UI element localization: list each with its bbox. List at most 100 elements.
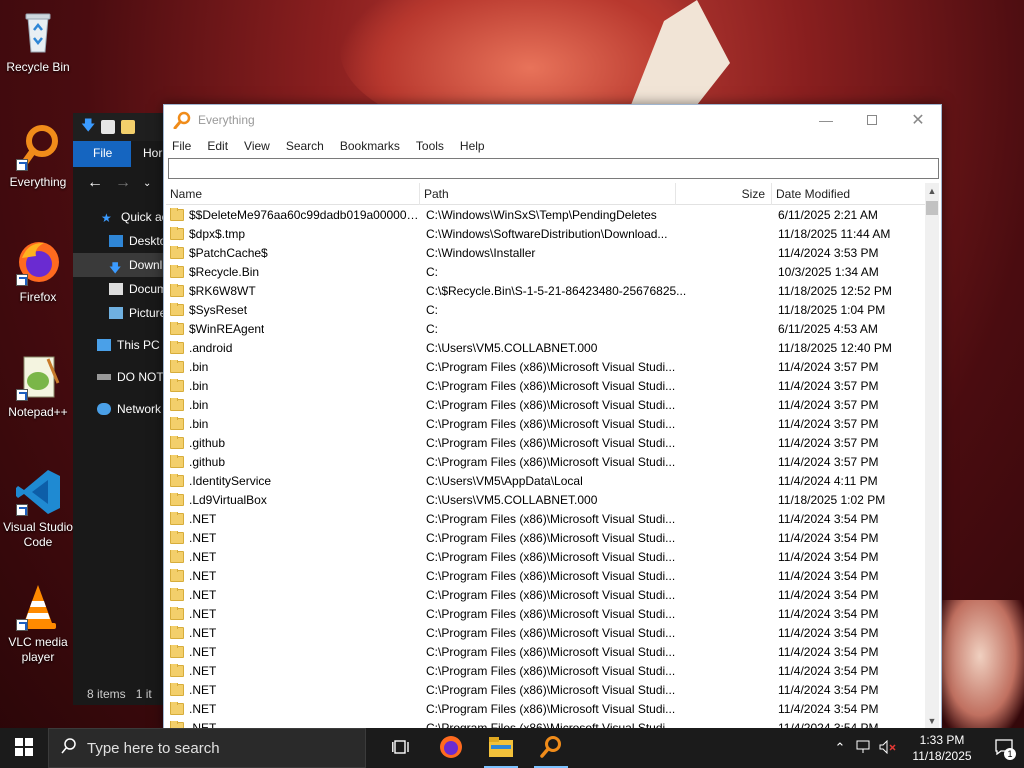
table-row[interactable]: .NET C:\Program Files (x86)\Microsoft Vis… — [166, 566, 926, 585]
menu-tools[interactable]: Tools — [416, 139, 444, 153]
table-row[interactable]: $dpx$.tmp C:\Windows\SoftwareDistribution… — [166, 224, 926, 243]
close-button[interactable]: ✕ — [895, 105, 941, 135]
menu-bookmarks[interactable]: Bookmarks — [340, 139, 400, 153]
table-row[interactable]: .NET C:\Program Files (x86)\Microsoft Vis… — [166, 604, 926, 623]
action-center-button[interactable]: 1 — [984, 728, 1024, 768]
volume-button[interactable] — [876, 728, 900, 768]
down-arrow-icon[interactable]: 🡇 — [81, 115, 95, 139]
table-row[interactable]: .NET C:\Program Files (x86)\Microsoft Vis… — [166, 642, 926, 661]
nav-item-this-pc[interactable]: This PC — [73, 333, 173, 357]
desktop-icon-notepadpp[interactable]: Notepad++ — [0, 353, 76, 420]
column-header-date-modified[interactable]: Date Modified — [772, 183, 926, 205]
folder-icon — [170, 283, 184, 297]
table-row[interactable]: .NET C:\Program Files (x86)\Microsoft Vis… — [166, 585, 926, 604]
cell-path: C:\Windows\Installer — [426, 245, 536, 260]
table-row[interactable]: .bin C:\Program Files (x86)\Microsoft Vis… — [166, 414, 926, 433]
explorer-tab-file[interactable]: File — [73, 141, 131, 167]
table-row[interactable]: .NET C:\Program Files (x86)\Microsoft Vis… — [166, 623, 926, 642]
taskbar-firefox-button[interactable] — [426, 728, 476, 768]
desktop-icon-vscode[interactable]: Visual Studio Code — [0, 468, 76, 550]
folder-icon[interactable] — [121, 120, 136, 134]
cell-date-modified: 11/4/2024 3:54 PM — [778, 644, 879, 659]
explorer-tab-home[interactable]: Hor — [131, 141, 162, 167]
desktop-icon — [109, 235, 123, 247]
desktop-icon-vlc[interactable]: VLC media player — [0, 583, 76, 665]
table-row[interactable]: $RK6W8WT C:\$Recycle.Bin\S-1-5-21-8642348… — [166, 281, 926, 300]
table-row[interactable]: $WinREAgent C: 6/11/2025 4:53 AM — [166, 319, 926, 338]
table-row[interactable]: .NET C:\Program Files (x86)\Microsoft Vis… — [166, 680, 926, 699]
maximize-button[interactable] — [849, 105, 895, 135]
cell-path: C:\Users\VM5.COLLABNET.000 — [426, 340, 598, 355]
menu-help[interactable]: Help — [460, 139, 485, 153]
desktop-icon-recycle-bin[interactable]: Recycle Bin — [0, 8, 76, 75]
chevron-down-icon[interactable]: ⌄ — [143, 178, 151, 189]
table-row[interactable]: $PatchCache$ C:\Windows\Installer 11/4/202… — [166, 243, 926, 262]
results-list[interactable]: Name Path Size Date Modified $$DeleteMe9… — [166, 183, 926, 729]
minimize-button[interactable]: — — [803, 105, 849, 135]
show-hidden-icons-button[interactable]: ⌃ — [828, 728, 852, 768]
search-input[interactable] — [168, 158, 939, 179]
nav-item-pictures[interactable]: Picture — [73, 301, 173, 325]
network-status-button[interactable] — [852, 728, 876, 768]
cell-path: C: — [426, 302, 438, 317]
task-view-icon — [392, 739, 410, 758]
nav-item-documents[interactable]: Docum — [73, 277, 173, 301]
nav-item-drive[interactable]: DO NOT — [73, 365, 173, 389]
menu-file[interactable]: File — [172, 139, 191, 153]
nav-item-downloads[interactable]: 🡇 Downl — [73, 253, 173, 277]
table-row[interactable]: .github C:\Program Files (x86)\Microsoft … — [166, 433, 926, 452]
cell-path: C: — [426, 321, 438, 336]
taskbar-file-explorer-button[interactable] — [476, 728, 526, 768]
title-bar[interactable]: Everything — ✕ — [164, 105, 941, 135]
column-header-path[interactable]: Path — [420, 183, 676, 205]
vertical-scrollbar[interactable]: ▲ ▼ — [925, 183, 939, 729]
table-row[interactable]: .NET C:\Program Files (x86)\Microsoft Vis… — [166, 528, 926, 547]
column-header-name[interactable]: Name — [166, 183, 420, 205]
firefox-icon — [14, 238, 62, 286]
table-row[interactable]: .NET C:\Program Files (x86)\Microsoft Vis… — [166, 509, 926, 528]
table-row[interactable]: .bin C:\Program Files (x86)\Microsoft Vis… — [166, 395, 926, 414]
maximize-icon — [867, 115, 877, 125]
taskbar-search-box[interactable]: Type here to search — [48, 728, 366, 768]
back-arrow-icon[interactable]: ← — [87, 174, 103, 192]
desktop-icon-firefox[interactable]: Firefox — [0, 238, 76, 305]
table-row[interactable]: .NET C:\Program Files (x86)\Microsoft Vis… — [166, 699, 926, 718]
cell-name: $RK6W8WT — [166, 283, 420, 298]
file-name: .NET — [189, 701, 217, 716]
menu-edit[interactable]: Edit — [207, 139, 228, 153]
start-button[interactable] — [0, 728, 48, 768]
explorer-navigation-pane: ★ Quick ac Deskto 🡇 Downl Docum Picture … — [73, 199, 173, 421]
forward-arrow-icon[interactable]: → — [115, 174, 131, 192]
properties-icon[interactable] — [101, 120, 116, 134]
explorer-quick-access-toolbar: 🡇 — [73, 113, 173, 141]
task-view-button[interactable] — [376, 728, 426, 768]
taskbar-everything-button[interactable] — [526, 728, 576, 768]
scrollbar-thumb[interactable] — [926, 201, 938, 215]
scroll-down-arrow-icon[interactable]: ▼ — [925, 713, 939, 729]
desktop-icon-label: Recycle Bin — [6, 60, 70, 74]
cell-path: C:\Program Files (x86)\Microsoft Visual … — [426, 397, 676, 412]
table-row[interactable]: .Ld9VirtualBox C:\Users\VM5.COLLABNET.000… — [166, 490, 926, 509]
nav-item-quick-access[interactable]: ★ Quick ac — [73, 205, 173, 229]
table-row[interactable]: $Recycle.Bin C: 10/3/2025 1:34 AM — [166, 262, 926, 281]
table-row[interactable]: .IdentityService C:\Users\VM5\AppData\Loc… — [166, 471, 926, 490]
nav-item-network[interactable]: Network — [73, 397, 173, 421]
clock-button[interactable]: 1:33 PM 11/18/2025 — [900, 732, 984, 764]
table-row[interactable]: .NET C:\Program Files (x86)\Microsoft Vis… — [166, 661, 926, 680]
nav-item-desktop[interactable]: Deskto — [73, 229, 173, 253]
menu-search[interactable]: Search — [286, 139, 324, 153]
table-row[interactable]: .android C:\Users\VM5.COLLABNET.000 11/18/… — [166, 338, 926, 357]
table-row[interactable]: .bin C:\Program Files (x86)\Microsoft Vis… — [166, 357, 926, 376]
table-row[interactable]: .bin C:\Program Files (x86)\Microsoft Vis… — [166, 376, 926, 395]
everything-window[interactable]: Everything — ✕ File Edit View Search Boo… — [163, 104, 942, 730]
table-row[interactable]: $SysReset C: 11/18/2025 1:04 PM — [166, 300, 926, 319]
file-explorer-window[interactable]: 🡇 File Hor ← → ⌄ ★ Quick ac Deskto 🡇 Dow… — [73, 113, 173, 705]
scroll-up-arrow-icon[interactable]: ▲ — [925, 183, 939, 199]
table-row[interactable]: $$DeleteMe976aa60c99dadb019a0000005c... C… — [166, 205, 926, 224]
column-header-size[interactable]: Size — [676, 183, 772, 205]
desktop-icon-everything[interactable]: Everything — [0, 123, 76, 190]
table-row[interactable]: .github C:\Program Files (x86)\Microsoft … — [166, 452, 926, 471]
menu-view[interactable]: View — [244, 139, 270, 153]
system-tray: ⌃ 1:33 PM 11/18/2025 1 — [828, 728, 1024, 768]
table-row[interactable]: .NET C:\Program Files (x86)\Microsoft Vis… — [166, 547, 926, 566]
